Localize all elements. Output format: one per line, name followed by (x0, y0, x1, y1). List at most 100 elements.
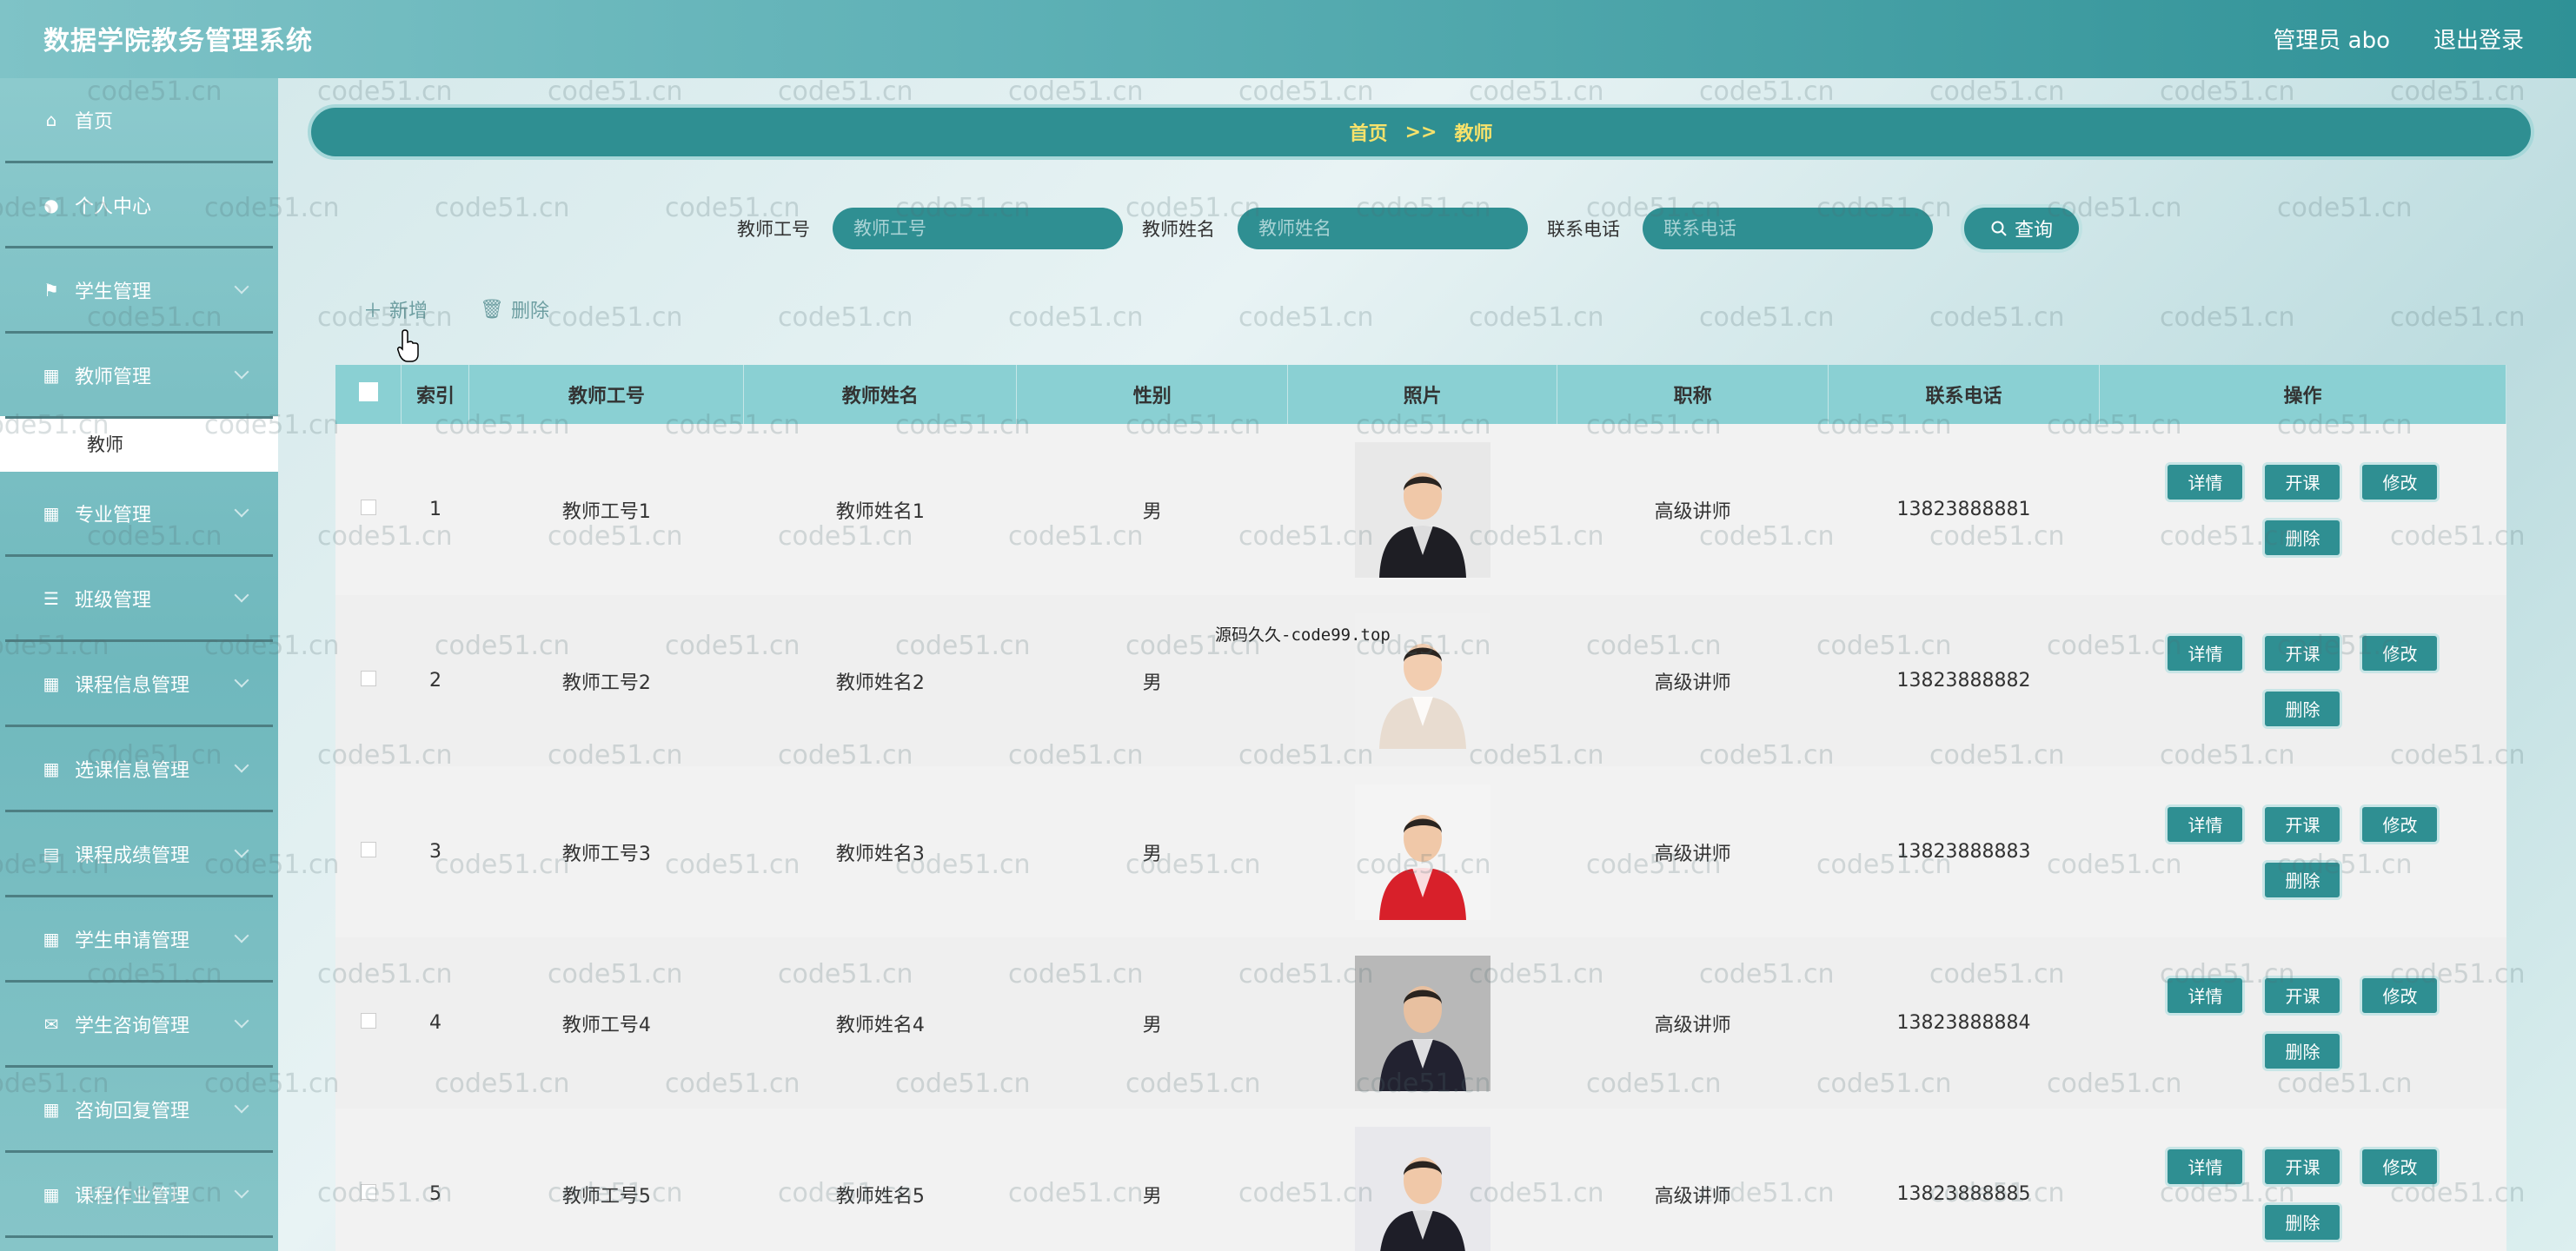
row-select-cell (335, 1109, 402, 1251)
row-select-cell (335, 595, 402, 766)
delete-row-button[interactable]: 删除 (2262, 1030, 2343, 1071)
col-teacher-name: 教师姓名 (743, 365, 1018, 424)
inbox-icon: ▤ (43, 843, 60, 864)
query-button[interactable]: 查询 (1961, 204, 2082, 253)
teacher-photo[interactable] (1354, 784, 1490, 920)
edit-button[interactable]: 修改 (2360, 461, 2440, 502)
row-checkbox[interactable] (360, 1013, 376, 1029)
phone-label: 联系电话 (1547, 219, 1620, 240)
cell-photo (1287, 595, 1557, 766)
sidebar-item-label: 首页 (75, 110, 114, 133)
delete-row-button[interactable]: 删除 (2262, 1201, 2343, 1242)
teacher-photo[interactable] (1354, 955, 1490, 1091)
cell-actions: 详情 开课 修改 删除 (2099, 1109, 2506, 1251)
teacher-id-input[interactable] (833, 208, 1123, 249)
detail-button[interactable]: 详情 (2165, 1146, 2246, 1187)
watermark-text: code51.cn (1469, 76, 1604, 107)
breadcrumb-separator: >> (1404, 121, 1437, 143)
cell-gender: 男 (1016, 766, 1288, 937)
row-actions: 详情 开课 修改 删除 (2159, 804, 2446, 900)
cell-actions: 详情 开课 修改 删除 (2099, 595, 2506, 766)
row-select-cell (335, 937, 402, 1109)
sidebar-item-majors[interactable]: ▦ 专业管理 (5, 472, 273, 557)
teacher-photo[interactable] (1354, 441, 1490, 578)
cell-teacher-id: 教师工号4 (468, 937, 744, 1109)
edit-button[interactable]: 修改 (2360, 975, 2440, 1016)
cell-index: 1 (401, 424, 469, 595)
sidebar-subitem-teacher[interactable]: 教师 (0, 416, 278, 472)
cell-actions: 详情 开课 修改 删除 (2099, 937, 2506, 1109)
edit-button[interactable]: 修改 (2360, 632, 2440, 673)
logout-link[interactable]: 退出登录 (2433, 23, 2524, 55)
cell-teacher-name: 教师姓名2 (743, 595, 1017, 766)
col-actions: 操作 (2099, 365, 2506, 424)
col-index: 索引 (401, 365, 470, 424)
sidebar-item-course-selection[interactable]: ▦ 选课信息管理 (5, 727, 273, 812)
row-checkbox[interactable] (360, 500, 376, 515)
sidebar: ⌂ 首页 ● 个人中心 ⚑ 学生管理 ▦ 教师管理 教师 ▦ 专业管理 ☰ 班级… (0, 78, 278, 1251)
delete-button[interactable]: 🗑 删除 (480, 295, 549, 323)
edit-button[interactable]: 修改 (2360, 804, 2440, 844)
add-button[interactable]: ＋ 新增 (363, 295, 428, 323)
row-checkbox[interactable] (360, 842, 376, 857)
sidebar-item-personal[interactable]: ● 个人中心 (5, 163, 273, 248)
sidebar-item-teachers[interactable]: ▦ 教师管理 (5, 334, 273, 419)
breadcrumb-home[interactable]: 首页 (1350, 118, 1388, 146)
sidebar-item-grades[interactable]: ▤ 课程成绩管理 (5, 812, 273, 897)
cell-teacher-id: 教师工号5 (468, 1109, 744, 1251)
teacher-name-input[interactable] (1238, 208, 1528, 249)
watermark-text: code51.cn (1008, 76, 1144, 107)
grid-icon: ▦ (43, 502, 60, 524)
cell-teacher-name: 教师姓名3 (743, 766, 1017, 937)
cell-phone: 13823888881 (1828, 424, 2100, 595)
teacher-photo[interactable] (1354, 1126, 1490, 1251)
sidebar-item-homework[interactable]: ▦ 课程作业管理 (5, 1153, 273, 1238)
delete-row-button[interactable]: 删除 (2262, 517, 2343, 558)
teacher-id-label: 教师工号 (737, 219, 810, 240)
watermark-text: code51.cn (2390, 76, 2526, 107)
row-checkbox[interactable] (360, 1184, 376, 1200)
delete-row-button[interactable]: 删除 (2262, 688, 2343, 729)
detail-button[interactable]: 详情 (2165, 975, 2246, 1016)
open-course-button[interactable]: 开课 (2262, 804, 2343, 844)
watermark-text: code51.cn (548, 76, 683, 107)
watermark-text: code51.cn (778, 76, 913, 107)
detail-button[interactable]: 详情 (2165, 461, 2246, 502)
query-button-label: 查询 (2014, 220, 2053, 242)
open-course-button[interactable]: 开课 (2262, 632, 2343, 673)
select-all-checkbox[interactable] (358, 382, 378, 401)
teacher-name-label: 教师姓名 (1142, 219, 1215, 240)
row-checkbox[interactable] (360, 671, 376, 686)
sidebar-item-applications[interactable]: ▦ 学生申请管理 (5, 897, 273, 983)
cell-gender: 男 (1016, 1109, 1288, 1251)
edit-button[interactable]: 修改 (2360, 1146, 2440, 1187)
watermark-text: code51.cn (317, 76, 453, 107)
sidebar-item-classes[interactable]: ☰ 班级管理 (5, 557, 273, 642)
watermark-text: code51.cn (435, 193, 570, 223)
watermark-text: code51.cn (2277, 193, 2413, 223)
flag-icon: ⚑ (43, 279, 59, 301)
delete-row-button[interactable]: 删除 (2262, 859, 2343, 900)
open-course-button[interactable]: 开课 (2262, 975, 2343, 1016)
open-course-button[interactable]: 开课 (2262, 461, 2343, 502)
col-photo: 照片 (1287, 365, 1558, 424)
col-gender: 性别 (1016, 365, 1289, 424)
sidebar-item-home[interactable]: ⌂ 首页 (5, 78, 273, 163)
chevron-down-icon (234, 1098, 249, 1114)
grid-icon: ▦ (43, 758, 60, 779)
detail-button[interactable]: 详情 (2165, 804, 2246, 844)
sidebar-item-students[interactable]: ⚑ 学生管理 (5, 248, 273, 334)
phone-input[interactable] (1643, 208, 1933, 249)
sidebar-item-label: 课程信息管理 (75, 674, 190, 697)
watermark-text: code51.cn (548, 302, 683, 333)
detail-button[interactable]: 详情 (2165, 632, 2246, 673)
sidebar-item-consultations[interactable]: ✉ 学生咨询管理 (5, 983, 273, 1068)
cell-photo (1287, 766, 1557, 937)
chevron-down-icon (234, 502, 249, 518)
sidebar-item-course-info[interactable]: ▦ 课程信息管理 (5, 642, 273, 727)
watermark-text: code51.cn (1469, 302, 1604, 333)
open-course-button[interactable]: 开课 (2262, 1146, 2343, 1187)
breadcrumb: 首页 >> 教师 (308, 104, 2534, 160)
sidebar-item-replies[interactable]: ▦ 咨询回复管理 (5, 1068, 273, 1153)
sidebar-item-label: 课程作业管理 (75, 1185, 190, 1208)
